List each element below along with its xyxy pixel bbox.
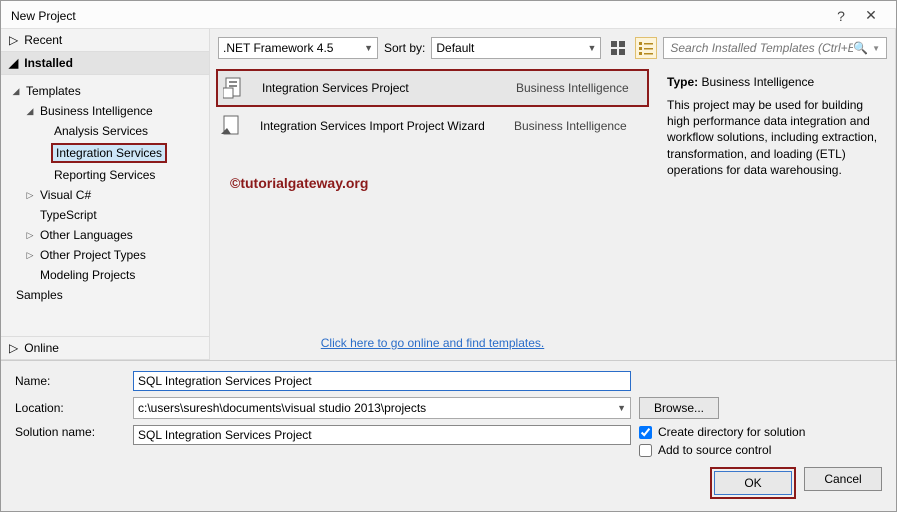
tree-other-languages[interactable]: ▷ Other Languages (9, 225, 209, 245)
tree-bi[interactable]: ◢ Business Intelligence (9, 101, 209, 121)
view-tiles-icon[interactable] (607, 37, 629, 59)
tree-modeling-projects[interactable]: Modeling Projects (9, 265, 209, 285)
add-source-control-checkbox[interactable] (639, 444, 652, 457)
go-online-link[interactable]: Click here to go online and find templat… (321, 336, 544, 350)
watermark: ©tutorialgateway.org (230, 175, 368, 191)
template-category: Business Intelligence (514, 119, 627, 133)
project-icon (222, 75, 248, 101)
window-title: New Project (11, 9, 826, 23)
tree-bi-integration[interactable]: Integration Services (9, 141, 209, 165)
add-source-control-option[interactable]: Add to source control (639, 443, 805, 457)
template-row[interactable]: Integration Services Import Project Wiza… (210, 107, 655, 145)
tree-samples[interactable]: Samples (9, 285, 209, 305)
main-area: ▷ Recent ◢ Installed ◢ Templates ◢ Busin… (1, 29, 896, 360)
tree-visual-csharp[interactable]: ▷ Visual C# (9, 185, 209, 205)
help-icon[interactable]: ? (826, 8, 856, 24)
name-label: Name: (15, 374, 125, 388)
sidebar-online-label: Online (24, 341, 59, 355)
chevron-right-icon: ▷ (9, 341, 18, 355)
location-label: Location: (15, 401, 125, 415)
sidebar-recent[interactable]: ▷ Recent (1, 29, 209, 52)
framework-value: .NET Framework 4.5 (223, 41, 333, 55)
ok-button[interactable]: OK (714, 471, 792, 495)
go-online-row: Click here to go online and find templat… (210, 326, 655, 360)
details-type-label: Type: (667, 75, 698, 89)
details-type: Type: Business Intelligence (667, 75, 883, 89)
dialog-buttons: OK Cancel (15, 467, 882, 499)
sortby-value: Default (436, 41, 474, 55)
titlebar: New Project ? ✕ (1, 1, 896, 29)
template-row[interactable]: Integration Services Project Business In… (216, 69, 649, 107)
chevron-down-icon: ◢ (11, 86, 21, 97)
search-dropdown-icon[interactable]: ▼ (872, 44, 880, 53)
sidebar: ▷ Recent ◢ Installed ◢ Templates ◢ Busin… (1, 29, 209, 360)
solution-name-input[interactable] (133, 425, 631, 445)
template-name: Integration Services Import Project Wiza… (260, 119, 500, 133)
details-description: This project may be used for building hi… (667, 97, 883, 178)
center-panel: .NET Framework 4.5 ▼ Sort by: Default ▼ … (209, 29, 896, 360)
chevron-right-icon: ▷ (25, 250, 35, 261)
sidebar-installed-label: Installed (24, 56, 73, 70)
chevron-down-icon: ▼ (587, 43, 596, 53)
chevron-right-icon: ▷ (25, 230, 35, 241)
chevron-down-icon: ▼ (617, 403, 626, 413)
options-group: Create directory for solution Add to sou… (639, 425, 805, 461)
search-box[interactable]: 🔍 ▼ (663, 37, 887, 59)
templates-list: Integration Services Project Business In… (210, 65, 655, 360)
browse-button[interactable]: Browse... (639, 397, 719, 419)
tree-other-project-types[interactable]: ▷ Other Project Types (9, 245, 209, 265)
chevron-down-icon: ◢ (9, 56, 18, 70)
search-icon: 🔍 (853, 41, 868, 55)
sidebar-installed[interactable]: ◢ Installed (1, 52, 209, 75)
sidebar-recent-label: Recent (24, 33, 62, 47)
toolbar: .NET Framework 4.5 ▼ Sort by: Default ▼ … (210, 29, 895, 65)
view-list-icon[interactable] (635, 37, 657, 59)
sortby-label: Sort by: (384, 41, 425, 55)
details-panel: Type: Business Intelligence This project… (655, 65, 895, 360)
solution-name-label: Solution name: (15, 425, 125, 439)
chevron-right-icon: ▷ (9, 33, 18, 47)
sortby-dropdown[interactable]: Default ▼ (431, 37, 601, 59)
chevron-right-icon: ▷ (25, 190, 35, 201)
location-value: c:\users\suresh\documents\visual studio … (138, 401, 426, 415)
chevron-down-icon: ▼ (364, 43, 373, 53)
chevron-down-icon: ◢ (25, 106, 35, 117)
bottom-form: Name: Location: c:\users\suresh\document… (1, 360, 896, 511)
cancel-button[interactable]: Cancel (804, 467, 882, 491)
framework-dropdown[interactable]: .NET Framework 4.5 ▼ (218, 37, 378, 59)
create-dir-label: Create directory for solution (658, 425, 805, 439)
tree-bi-analysis[interactable]: Analysis Services (9, 121, 209, 141)
templates-tree: ◢ Templates ◢ Business Intelligence Anal… (1, 75, 209, 336)
add-source-control-label: Add to source control (658, 443, 771, 457)
name-input[interactable] (133, 371, 631, 391)
close-icon[interactable]: ✕ (856, 7, 886, 24)
ok-highlight: OK (710, 467, 796, 499)
template-name: Integration Services Project (262, 81, 502, 95)
create-dir-option[interactable]: Create directory for solution (639, 425, 805, 439)
tree-templates[interactable]: ◢ Templates (9, 81, 209, 101)
create-dir-checkbox[interactable] (639, 426, 652, 439)
location-dropdown[interactable]: c:\users\suresh\documents\visual studio … (133, 397, 631, 419)
sidebar-online[interactable]: ▷ Online (1, 336, 209, 360)
tree-bi-reporting[interactable]: Reporting Services (9, 165, 209, 185)
tree-typescript[interactable]: TypeScript (9, 205, 209, 225)
search-input[interactable] (670, 41, 853, 55)
template-category: Business Intelligence (516, 81, 629, 95)
import-wizard-icon (220, 113, 246, 139)
details-type-value: Business Intelligence (701, 75, 814, 89)
